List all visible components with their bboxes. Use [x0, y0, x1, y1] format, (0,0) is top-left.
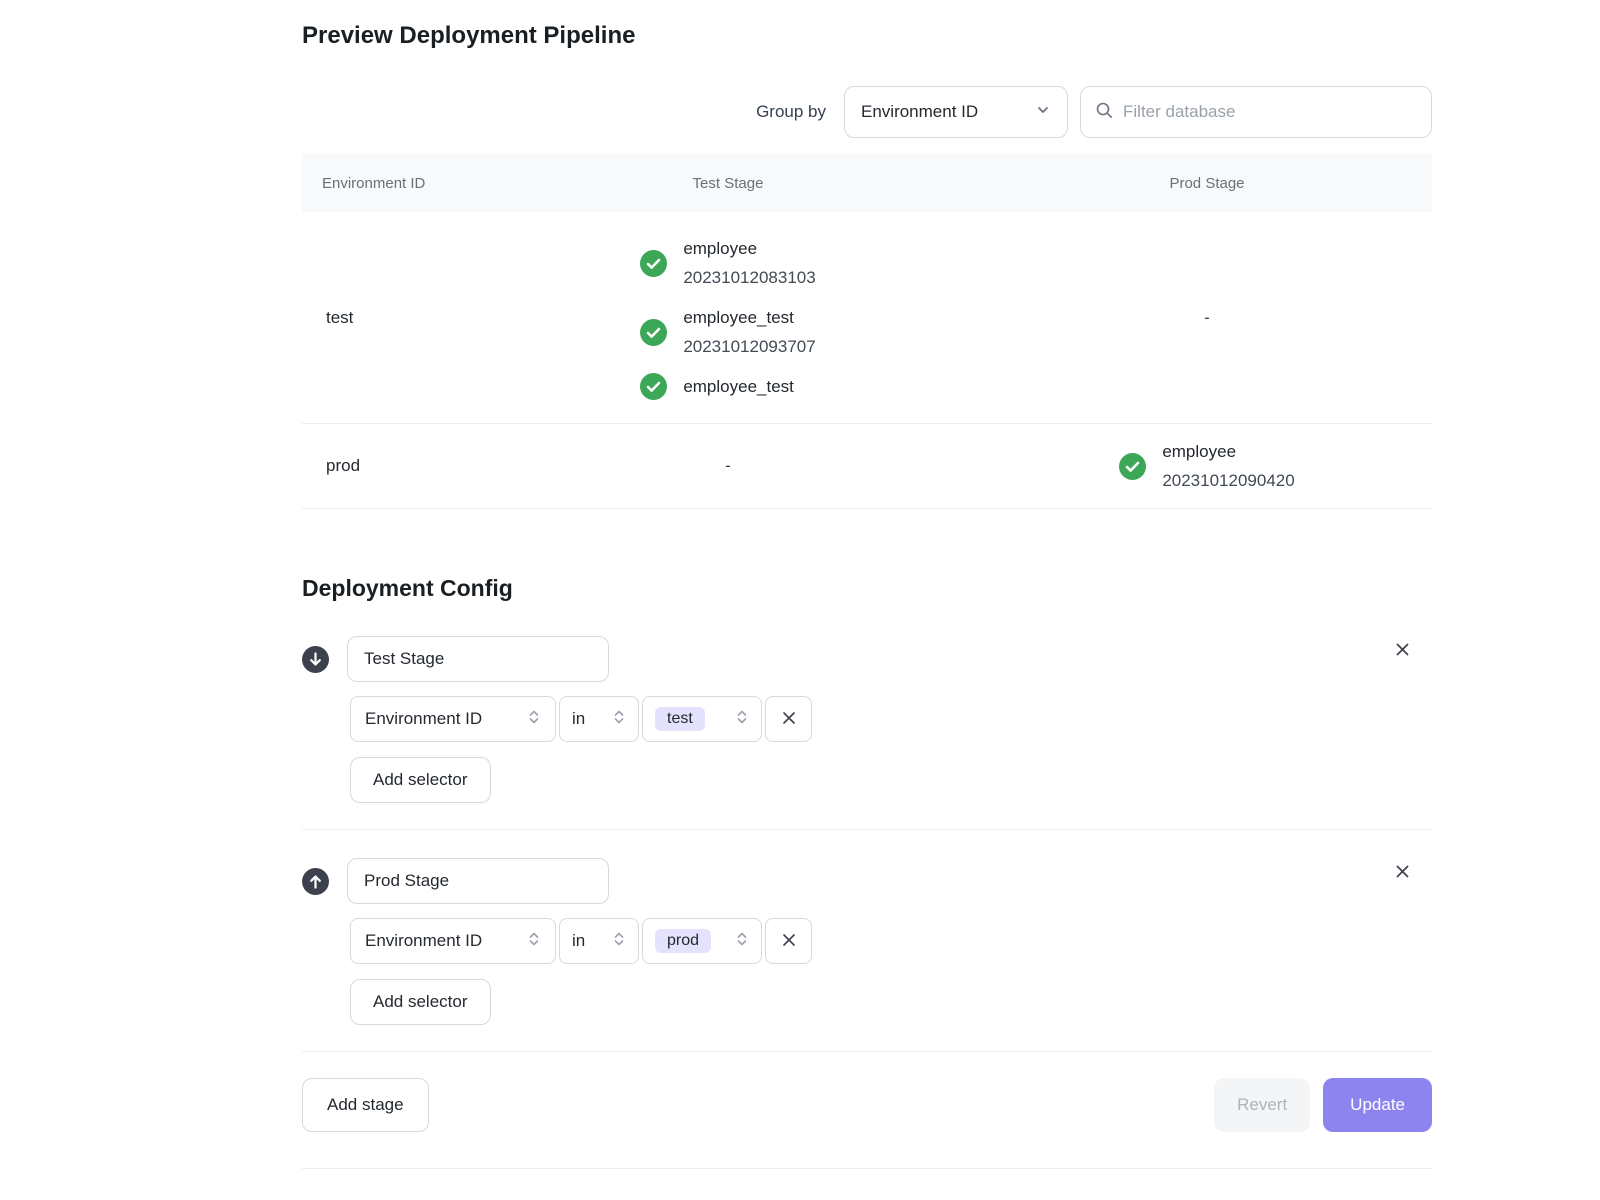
deployed-item: employee 20231012083103	[640, 234, 815, 292]
actions-right: Revert Update	[1214, 1078, 1432, 1132]
add-selector-button[interactable]: Add selector	[350, 979, 491, 1025]
deployment-name: employee	[683, 234, 815, 263]
environment-id-cell: prod	[302, 424, 474, 508]
arrow-down-circle-icon	[302, 646, 329, 673]
table-row: prod - employee 20231012090420	[302, 424, 1432, 509]
selector-value-select[interactable]: test	[642, 696, 762, 742]
close-icon	[780, 931, 798, 952]
close-icon	[1393, 640, 1412, 662]
remove-stage-button[interactable]	[1389, 636, 1416, 666]
group-by-selected-value: Environment ID	[861, 102, 978, 122]
deployment-version: 20231012090420	[1162, 466, 1294, 495]
deployment-version: 20231012083103	[683, 263, 815, 292]
empty-placeholder: -	[725, 456, 731, 476]
add-selector-button[interactable]: Add selector	[350, 757, 491, 803]
deployment-version: 20231012093707	[683, 332, 815, 361]
add-stage-button[interactable]: Add stage	[302, 1078, 429, 1132]
check-circle-icon	[640, 319, 667, 346]
remove-selector-button[interactable]	[765, 918, 812, 964]
stage-name-input[interactable]	[347, 858, 609, 904]
pipeline-table: Environment ID Test Stage Prod Stage tes…	[302, 154, 1432, 509]
update-button[interactable]: Update	[1323, 1078, 1432, 1132]
main-content: Preview Deployment Pipeline Group by Env…	[302, 0, 1432, 1169]
test-stage-cell: employee 20231012083103 employee_test 20…	[474, 212, 982, 423]
close-icon	[780, 709, 798, 730]
deployed-item: employee 20231012090420	[1119, 437, 1294, 495]
selector-row: Environment ID in test	[350, 696, 1432, 742]
check-circle-icon	[1119, 453, 1146, 480]
up-down-chevrons-icon	[735, 708, 749, 731]
remove-stage-button[interactable]	[1389, 858, 1416, 888]
selector-key-select[interactable]: Environment ID	[350, 918, 556, 964]
page-title: Preview Deployment Pipeline	[302, 22, 1432, 50]
group-by-select[interactable]: Environment ID	[844, 86, 1068, 138]
selector-key-value: Environment ID	[365, 709, 482, 729]
filter-database-box	[1080, 86, 1432, 138]
up-down-chevrons-icon	[527, 930, 541, 953]
stage-config-test: Environment ID in test	[302, 636, 1432, 830]
arrow-up-circle-icon	[302, 868, 329, 895]
deployment-name: employee	[1162, 437, 1294, 466]
column-header-test-stage: Test Stage	[474, 175, 982, 192]
up-down-chevrons-icon	[612, 930, 626, 953]
stage-header	[302, 636, 1432, 682]
environment-id-cell: test	[302, 212, 474, 423]
table-header: Environment ID Test Stage Prod Stage	[302, 154, 1432, 212]
selector-key-value: Environment ID	[365, 931, 482, 951]
selector-operator-select[interactable]: in	[559, 696, 639, 742]
selector-operator-value: in	[572, 709, 585, 729]
bottom-divider	[302, 1168, 1432, 1169]
selector-value-select[interactable]: prod	[642, 918, 762, 964]
actions-bar: Add stage Revert Update	[302, 1078, 1432, 1132]
deployment-name: employee_test	[683, 372, 794, 401]
stage-config-prod: Environment ID in prod	[302, 830, 1432, 1052]
selector-operator-value: in	[572, 931, 585, 951]
remove-selector-button[interactable]	[765, 696, 812, 742]
stage-name-input[interactable]	[347, 636, 609, 682]
up-down-chevrons-icon	[527, 708, 541, 731]
selector-value-badge: prod	[655, 929, 711, 953]
group-by-label: Group by	[756, 102, 826, 122]
close-icon	[1393, 862, 1412, 884]
up-down-chevrons-icon	[735, 930, 749, 953]
deployment-config-heading: Deployment Config	[302, 575, 1432, 602]
chevron-down-icon	[1035, 102, 1051, 123]
test-stage-cell: -	[474, 424, 982, 508]
selector-operator-select[interactable]: in	[559, 918, 639, 964]
column-header-environment-id: Environment ID	[302, 175, 474, 192]
check-circle-icon	[640, 373, 667, 400]
prod-stage-cell: -	[982, 212, 1432, 423]
filter-database-input[interactable]	[1123, 102, 1417, 122]
selector-row: Environment ID in prod	[350, 918, 1432, 964]
column-header-prod-stage: Prod Stage	[982, 175, 1432, 192]
toolbar: Group by Environment ID	[302, 86, 1432, 138]
up-down-chevrons-icon	[612, 708, 626, 731]
selector-value-badge: test	[655, 707, 705, 731]
deployed-item: employee_test 20231012093707	[640, 303, 815, 361]
deployment-name: employee_test	[683, 303, 815, 332]
check-circle-icon	[640, 250, 667, 277]
empty-placeholder: -	[1204, 308, 1210, 328]
revert-button[interactable]: Revert	[1214, 1078, 1310, 1132]
selector-key-select[interactable]: Environment ID	[350, 696, 556, 742]
stage-header	[302, 858, 1432, 904]
table-row: test employee 20231012083103	[302, 212, 1432, 424]
deployed-item: employee_test	[640, 372, 815, 401]
prod-stage-cell: employee 20231012090420	[982, 424, 1432, 508]
search-icon	[1095, 101, 1113, 124]
